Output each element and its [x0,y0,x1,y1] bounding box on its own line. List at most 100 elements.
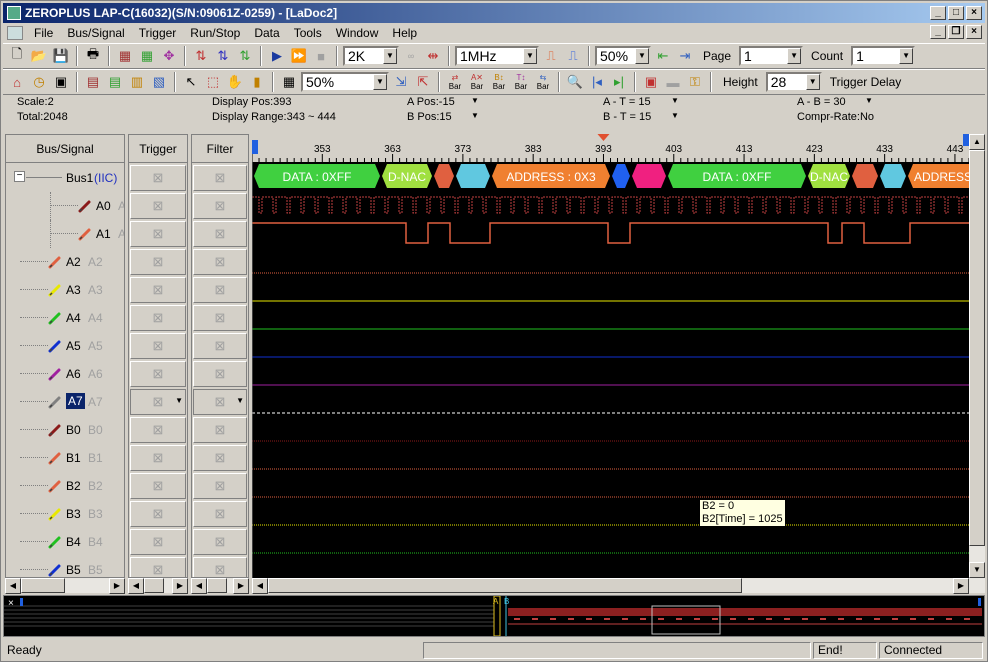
trigger-cell[interactable]: ⊠ [130,529,186,555]
waveform-hscrollbar[interactable]: ◀ ▶ [252,578,985,594]
signal-row-a5[interactable]: A5 A5 [6,332,124,360]
ratio-icon[interactable]: ∞ [401,46,421,66]
scroll-up-button[interactable]: ▲ [969,134,985,150]
filter-cell[interactable]: ⊠ [193,221,247,247]
trigger-cell[interactable]: ⊠ [130,501,186,527]
filter-scroll-left-button[interactable]: ◀ [191,578,207,594]
trigger-cell[interactable]: ⊠ [130,445,186,471]
menu-tools[interactable]: Tools [287,26,329,40]
filter-cell[interactable]: ⊠ [193,277,247,303]
signal-name[interactable]: B5 [66,563,81,577]
signal-name[interactable]: A5 [66,339,81,353]
signal-name[interactable]: A1 [96,227,111,241]
signal-row-b5[interactable]: B5 B5 [6,556,124,577]
signal-hscroll-thumb[interactable] [21,578,65,593]
a-t-text[interactable]: A - T = 15 [603,96,651,108]
filter-cell[interactable]: ⊠ [193,529,247,555]
find-next-icon[interactable]: ▸| [609,72,629,92]
hand-icon[interactable]: ✋ [225,72,245,92]
filter-cell[interactable]: ⊠ [193,193,247,219]
signal-name[interactable]: B4 [66,535,81,549]
trigger-cell[interactable]: ⊠ ▼ [130,389,186,415]
signal-name[interactable]: B0 [66,423,81,437]
signal-row-b1[interactable]: B1 B1 [6,444,124,472]
trigger-scroll-left-button[interactable]: ◀ [128,578,144,594]
filter-scroll-right-button[interactable]: ▶ [233,578,249,594]
label-icon[interactable]: ⚿ [685,72,705,92]
signal-hscrollbar[interactable]: ◀ ▶ [5,578,125,594]
trigger-hscrollbar[interactable]: ◀ ▶ [128,578,188,594]
signal-name[interactable]: A2 [66,255,81,269]
b-pos-text[interactable]: B Pos:15 [407,111,452,123]
view-icon[interactable]: ▣ [51,72,71,92]
signal-config-icon[interactable]: ▦ [137,46,157,66]
filter-cell[interactable]: ⊠ [193,473,247,499]
doc-minimize-button[interactable]: _ [930,25,946,39]
memory-depth-select[interactable]: 2K ▼ [343,46,399,66]
waveform-hscroll-thumb[interactable] [268,578,742,593]
signal-row-b3[interactable]: B3 B3 [6,500,124,528]
group-icon[interactable]: ✥ [159,46,179,66]
trigger-fall-icon[interactable]: ⇅ [235,46,255,66]
trigger-cell[interactable]: ⊠ [130,305,186,331]
signal-row-a7[interactable]: A7 A7 [6,388,124,416]
trigger-header[interactable]: Trigger [129,135,187,163]
signal-row-a0[interactable]: A0 A0 [6,192,124,220]
expand-toggle-icon[interactable]: − [14,171,25,182]
trigger-cell[interactable]: ⊠ [130,193,186,219]
trigger-delay-label[interactable]: Trigger Delay [824,75,908,89]
b-t-dropdown-icon[interactable]: ▼ [671,111,679,120]
vertical-scroll-thumb[interactable] [969,150,985,546]
a-b-dropdown-icon[interactable]: ▼ [865,96,873,105]
packet-icon[interactable]: ▣ [641,72,661,92]
trigger-cell[interactable]: ⊠ [130,473,186,499]
minimize-button[interactable]: _ [930,6,946,20]
trigger-rise-icon[interactable]: ⇅ [213,46,233,66]
trigger-cell[interactable]: ⊠ [130,361,186,387]
menu-data[interactable]: Data [247,26,286,40]
overview-start-marker[interactable] [20,598,23,606]
page-next-icon[interactable]: ⇥ [675,46,695,66]
signal-name[interactable]: A0 [96,199,111,213]
close-button[interactable]: × [966,6,982,20]
filter-cell[interactable]: ⊠ [193,445,247,471]
overview-close-icon[interactable]: × [8,598,14,609]
waveform-view-icon[interactable]: ▤ [83,72,103,92]
signal-scroll-right-button[interactable]: ▶ [109,578,125,594]
home-icon[interactable]: ⌂ [7,72,27,92]
trigger-cell[interactable]: ⊠ [130,165,186,191]
menu-trigger[interactable]: Trigger [132,26,184,40]
signal-name[interactable]: B2 [66,479,81,493]
filter-cell[interactable]: ⊠ [193,165,247,191]
doc-close-button[interactable]: × [966,25,982,39]
vertical-scrollbar[interactable]: ▲ ▼ [969,134,985,578]
signal-row-a6[interactable]: A6 A6 [6,360,124,388]
waveform-canvas[interactable]: 353 363 373 383 393 403 413 423 433 443 DATA : 0XF… [252,134,969,578]
menu-bus-signal[interactable]: Bus/Signal [60,26,131,40]
trigger-edge-icon[interactable]: ⇅ [191,46,211,66]
cell-dropdown-icon[interactable]: ▼ [236,396,244,405]
trigger-cell[interactable]: ⊠ [130,277,186,303]
cell-dropdown-icon[interactable]: ▼ [175,396,183,405]
bus-segment[interactable] [880,164,906,188]
clock-wave-icon[interactable]: ⎍ [541,46,561,66]
overview-end-marker[interactable] [978,598,981,606]
overview-canvas[interactable]: A B × [4,595,984,637]
sample-icon[interactable]: ⇹ [423,46,443,66]
filter-hscroll-thumb[interactable] [207,578,227,593]
trigger-hscroll-thumb[interactable] [144,578,164,593]
grid-icon[interactable]: ▦ [279,72,299,92]
zoom-in-icon[interactable]: ⇲ [391,72,411,92]
clock-icon[interactable]: ◷ [29,72,49,92]
find-prev-icon[interactable]: |◂ [587,72,607,92]
bus-signal-header[interactable]: Bus/Signal [6,135,124,163]
filter-header[interactable]: Filter [192,135,248,163]
pointer-icon[interactable]: ↖ [181,72,201,92]
wave-scroll-right-button[interactable]: ▶ [953,578,969,594]
filter-cell[interactable]: ⊠ [193,361,247,387]
trigger-cell[interactable]: ⊠ [130,333,186,359]
a-pos-text[interactable]: A Pos:-15 [407,96,455,108]
document-icon[interactable] [7,25,23,40]
trigger-cell[interactable]: ⊠ [130,221,186,247]
maximize-button[interactable]: □ [948,6,964,20]
